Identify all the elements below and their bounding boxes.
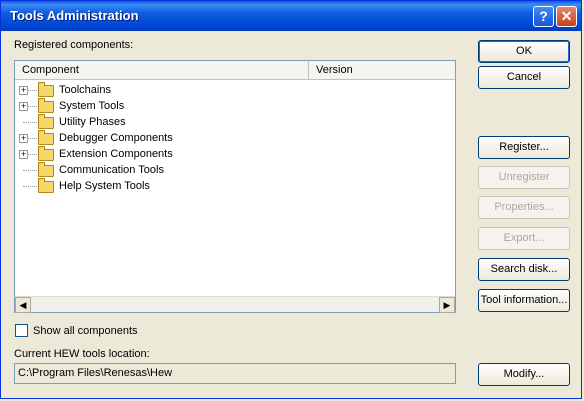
window-title: Tools Administration [10,8,139,23]
properties-button[interactable]: Properties... [478,196,570,219]
modify-button[interactable]: Modify... [478,363,570,386]
tree-connector [23,122,37,123]
folder-icon [38,98,54,113]
tree-connector [23,170,37,171]
tree-connector [23,186,37,187]
show-all-components-label[interactable]: Show all components [33,325,138,337]
tree-item-label: Toolchains [59,84,111,96]
help-button[interactable]: ? [533,6,554,27]
folder-icon [38,130,54,145]
scroll-right-button[interactable]: ▶ [439,297,455,313]
hew-location-label: Current HEW tools location: [14,348,150,360]
cancel-button[interactable]: Cancel [478,66,570,89]
folder-icon [38,178,54,193]
column-header-component[interactable]: Component [15,61,309,80]
tools-administration-dialog: Tools Administration ? ✕ Registered comp… [0,0,582,399]
expand-plus-icon[interactable]: + [19,134,28,143]
expand-plus-icon[interactable]: + [19,150,28,159]
export-button[interactable]: Export... [478,227,570,250]
unregister-button[interactable]: Unregister [478,166,570,189]
close-icon: ✕ [560,8,573,24]
components-list[interactable]: Component Version + Toolchains + System Too… [14,60,456,313]
scroll-left-button[interactable]: ◀ [15,297,31,313]
title-bar[interactable]: Tools Administration ? ✕ [1,1,581,31]
close-button[interactable]: ✕ [556,6,577,27]
tool-information-button[interactable]: Tool information... [478,289,570,312]
folder-icon [38,82,54,97]
folder-icon [38,162,54,177]
registered-components-label: Registered components: [14,39,134,51]
horizontal-scrollbar[interactable]: ◀ ▶ [15,296,455,313]
arrow-left-icon: ◀ [19,300,27,310]
hew-location-field[interactable]: C:\Program Files\Renesas\Hew [14,363,456,384]
column-header-version[interactable]: Version [309,61,455,80]
expand-plus-icon[interactable]: + [19,102,28,111]
help-icon: ? [539,8,548,24]
tree-item-label: Help System Tools [59,180,150,192]
register-button[interactable]: Register... [478,136,570,159]
tree-item-label: Communication Tools [59,164,164,176]
search-disk-button[interactable]: Search disk... [478,258,570,281]
tree-item-label: Utility Phases [59,116,126,128]
tree-item-label: System Tools [59,100,125,112]
tree-item-label: Debugger Components [59,132,173,144]
arrow-right-icon: ▶ [443,300,451,310]
folder-icon [38,114,54,129]
show-all-components-checkbox[interactable] [15,324,28,337]
expand-plus-icon[interactable]: + [19,86,28,95]
tree-item-label: Extension Components [59,148,173,160]
ok-button[interactable]: OK [478,40,570,63]
folder-icon [38,146,54,161]
